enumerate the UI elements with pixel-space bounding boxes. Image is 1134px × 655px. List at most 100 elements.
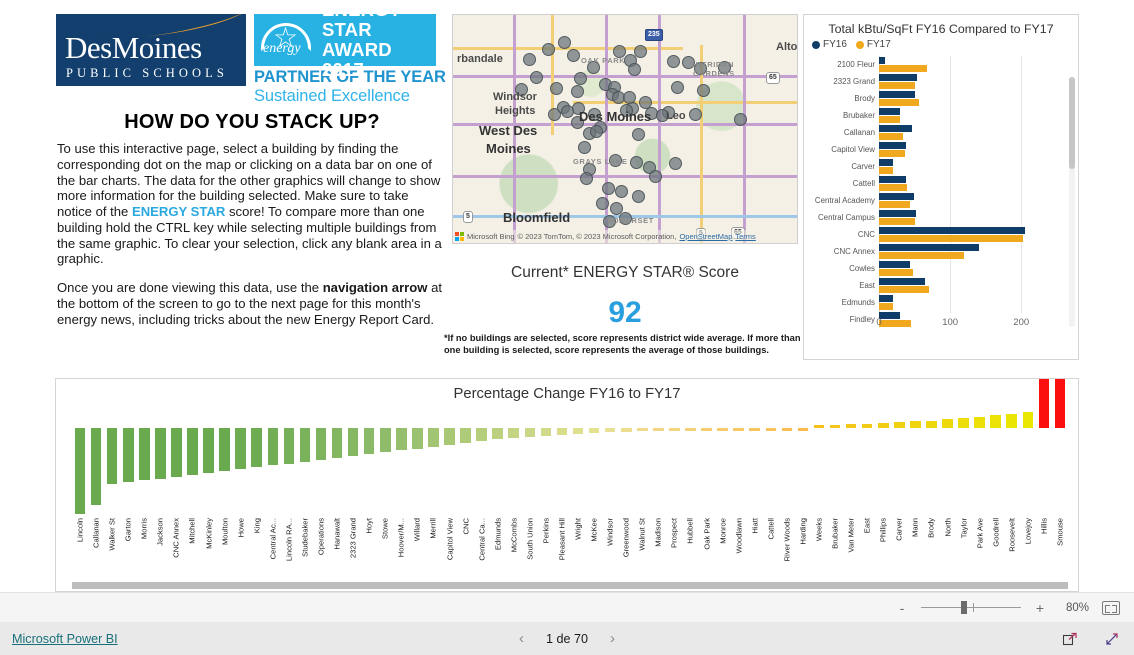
kbtu-row[interactable]: East (859, 277, 1064, 295)
pct-change-bar[interactable] (958, 418, 969, 428)
percentage-change-chart[interactable]: Percentage Change FY16 to FY17 Lincoln Ca… (55, 378, 1079, 592)
map-building-dot[interactable] (649, 170, 662, 183)
zoom-out-button[interactable]: - (896, 601, 908, 615)
pct-change-column[interactable]: Brody (926, 406, 937, 538)
pct-change-column[interactable]: Capitol View (444, 406, 455, 560)
building-location-map[interactable]: 235655565 rbandaleOAK PARKSHERIDANGARDEN… (452, 14, 798, 244)
pct-change-bar[interactable] (572, 428, 584, 434)
pct-change-column[interactable]: Mann (910, 406, 921, 537)
pct-change-column[interactable]: Brubaker (829, 406, 841, 549)
kbtu-bar-fy16[interactable] (879, 142, 907, 149)
pct-change-bar[interactable] (331, 428, 343, 458)
kbtu-row[interactable]: CNC (858, 226, 1064, 244)
map-building-dot[interactable] (628, 63, 641, 76)
pct-change-bar[interactable] (460, 428, 471, 443)
openstreetmap-link[interactable]: OpenStreetMap (679, 232, 732, 241)
kbtu-bar-fy17[interactable] (879, 65, 927, 72)
pct-change-bar[interactable] (845, 424, 857, 428)
kbtu-bar-fy16[interactable] (879, 91, 916, 98)
kbtu-bar-fy16[interactable] (879, 125, 912, 132)
zoom-slider-thumb[interactable] (961, 601, 967, 614)
map-building-dot[interactable] (615, 185, 628, 198)
pct-change-bar[interactable] (829, 425, 841, 428)
percentage-change-plot-area[interactable]: Lincoln Callanan Walker St Garton Morris Jack… (56, 379, 1078, 591)
pct-change-bar[interactable] (813, 425, 825, 428)
pct-change-column[interactable]: McCombs (508, 406, 520, 552)
kbtu-bar-fy16[interactable] (879, 244, 979, 251)
legend-item-fy16[interactable]: FY16 (812, 39, 847, 50)
pct-change-column[interactable]: McKinley (203, 406, 214, 549)
pct-change-column[interactable]: Studebaker (299, 406, 311, 557)
pct-change-bar[interactable] (765, 428, 777, 431)
pct-change-column[interactable]: Central Ac... (267, 406, 279, 559)
share-icon[interactable] (1062, 631, 1078, 647)
pct-change-column[interactable]: Monroe (717, 406, 728, 544)
kbtu-bar-fy16[interactable] (879, 295, 894, 302)
pct-change-column[interactable]: 2323 Grand (347, 406, 359, 558)
pct-change-column[interactable]: CNC Annex (171, 406, 182, 558)
map-building-dot[interactable] (596, 197, 609, 210)
pct-change-column[interactable]: Smouse (1054, 379, 1066, 546)
kbtu-row[interactable]: Brubaker (843, 107, 1064, 125)
kbtu-bar-fy17[interactable] (879, 201, 911, 208)
kbtu-row[interactable]: Capitol View (831, 141, 1064, 159)
pct-change-column[interactable]: Jackson (155, 406, 166, 546)
map-building-dot[interactable] (669, 157, 682, 170)
pct-change-column[interactable]: Windsor (604, 406, 616, 546)
percentage-change-bars[interactable]: Lincoln Callanan Walker St Garton Morris Jack… (72, 379, 1068, 561)
pct-change-column[interactable]: East (861, 406, 873, 533)
kbtu-bar-fy17[interactable] (879, 235, 1024, 242)
map-building-dot[interactable] (523, 53, 536, 66)
pct-change-bar[interactable] (556, 428, 568, 435)
kbtu-row[interactable]: Callanan (844, 124, 1064, 142)
pct-change-bar[interactable] (235, 428, 246, 470)
kbtu-plot-area[interactable]: 2100 Fleur 2323 Grand Brody Brubaker Callana… (804, 56, 1078, 341)
kbtu-row[interactable]: CNC Annex (834, 243, 1064, 261)
pct-change-bar[interactable] (942, 419, 953, 428)
pct-change-column[interactable]: Prospect (669, 406, 680, 548)
pct-change-bar[interactable] (877, 422, 889, 428)
pct-change-bar[interactable] (363, 428, 375, 455)
kbtu-gridlines-and-bars[interactable]: 2100 Fleur 2323 Grand Brody Brubaker Callana… (815, 56, 1064, 327)
kbtu-row[interactable]: Cattell (853, 175, 1064, 193)
pct-change-bar[interactable] (347, 428, 359, 457)
pct-change-column[interactable]: Park Ave (974, 406, 985, 548)
pct-change-column[interactable]: McKee (588, 406, 600, 542)
kbtu-row[interactable]: Edmunds (842, 294, 1064, 312)
map-building-dot[interactable] (632, 190, 645, 203)
pct-change-column[interactable]: Weeks (813, 406, 825, 541)
map-building-dot[interactable] (734, 113, 747, 126)
map-building-dot[interactable] (671, 81, 684, 94)
percentage-change-horizontal-scrollbar[interactable] (72, 582, 1068, 589)
pct-change-column[interactable]: Cattell (765, 406, 777, 540)
pct-change-column[interactable]: Mitchell (187, 406, 198, 544)
pct-change-column[interactable]: Callanan (90, 406, 102, 548)
pct-change-column[interactable]: Wright (572, 406, 584, 540)
pct-change-column[interactable]: Hoyt (363, 406, 375, 534)
legend-item-fy17[interactable]: FY17 (855, 39, 891, 50)
pct-change-bar[interactable] (155, 428, 166, 479)
pct-change-bar[interactable] (588, 428, 600, 433)
pct-change-bar[interactable] (219, 428, 230, 472)
pct-change-column[interactable]: Carver (894, 406, 905, 541)
pct-change-column[interactable]: Operations (315, 406, 327, 555)
pct-change-column[interactable]: Hanawalt (331, 406, 343, 550)
pct-change-bar[interactable] (187, 428, 198, 475)
pct-change-bar[interactable] (1054, 379, 1066, 428)
pct-change-bar[interactable] (396, 428, 407, 451)
kbtu-scrollbar-thumb[interactable] (1069, 77, 1075, 169)
kbtu-bar-fy17[interactable] (879, 116, 900, 123)
kbtu-bar-fy16[interactable] (879, 108, 901, 115)
kbtu-bar-fy17[interactable] (879, 99, 919, 106)
map-building-dot[interactable] (632, 128, 645, 141)
pct-change-column[interactable]: Harding (797, 406, 809, 545)
map-building-dot[interactable] (530, 71, 543, 84)
pct-change-column[interactable]: Morris (138, 406, 150, 539)
pct-change-column[interactable]: Lincoln RA... (283, 406, 295, 561)
kbtu-bar-fy16[interactable] (879, 57, 886, 64)
pct-change-column[interactable]: South Union (524, 406, 536, 560)
pct-change-column[interactable]: Edmunds (492, 406, 503, 550)
kbtu-row[interactable]: 2100 Fleur (837, 56, 1064, 74)
kbtu-row[interactable]: Carver (851, 158, 1064, 176)
pct-change-bar[interactable] (604, 428, 616, 433)
